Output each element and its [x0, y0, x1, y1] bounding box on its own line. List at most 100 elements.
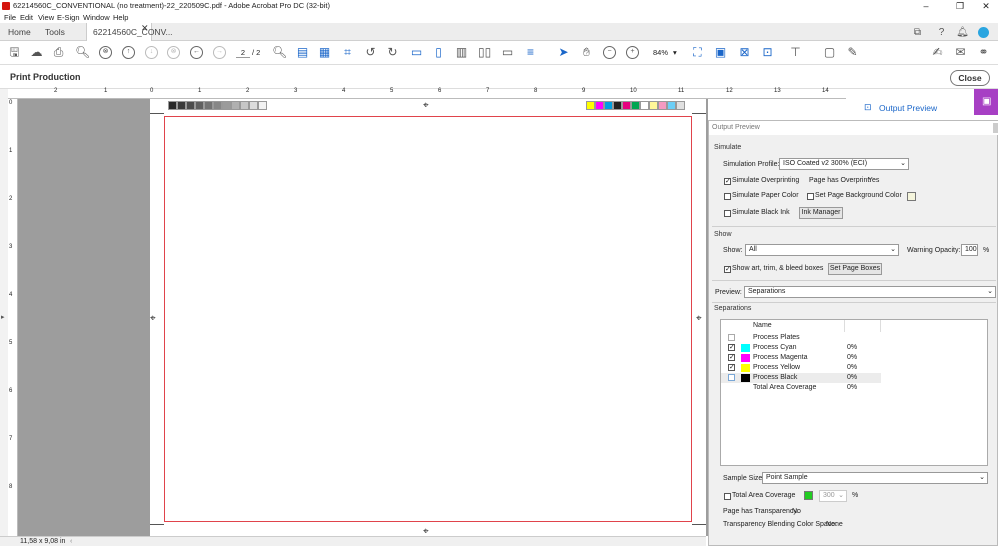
scroll-up-icon[interactable]: ↑: [122, 46, 135, 59]
output-preview-icon[interactable]: ⊡: [761, 46, 774, 59]
crop-icon[interactable]: ⌗: [341, 46, 354, 59]
rotate-ccw-icon[interactable]: ↺: [364, 46, 377, 59]
registration-mark-icon: ⌖: [150, 313, 156, 324]
color-patch: [604, 101, 613, 110]
tab-document-label: 62214560C_CONV...: [93, 27, 173, 37]
tab-home[interactable]: Home: [8, 23, 31, 41]
coverage-color-swatch[interactable]: [804, 491, 813, 500]
total-area-coverage-checkbox[interactable]: [724, 493, 731, 500]
separation-checkbox[interactable]: [728, 334, 735, 341]
page-view-icon[interactable]: ▦: [318, 46, 331, 59]
ruler-tick: 7: [9, 436, 13, 442]
comment-icon[interactable]: ▢: [823, 46, 836, 59]
single-page-icon[interactable]: ▯: [432, 46, 445, 59]
ruler-tick: 6: [9, 388, 13, 394]
cyan-swatch: [741, 344, 750, 352]
chevron-down-icon: ⌄: [987, 288, 993, 295]
separation-checkbox[interactable]: [728, 374, 735, 381]
warning-opacity-input[interactable]: 100: [961, 244, 978, 256]
simulate-paper-color-checkbox[interactable]: [724, 193, 731, 200]
separation-value: 0%: [847, 384, 858, 391]
pen-icon[interactable]: ✎: [846, 46, 859, 59]
separation-row-total[interactable]: Total Area Coverage 0%: [721, 383, 987, 393]
simulate-black-ink-label: Simulate Black Ink: [732, 209, 790, 216]
previous-view-icon[interactable]: ←: [190, 46, 203, 59]
zoom-doc-icon[interactable]: ▤: [296, 46, 309, 59]
ink-manager-button[interactable]: Ink Manager: [799, 207, 843, 219]
show-boxes-checkbox[interactable]: ✓: [724, 266, 731, 273]
select-cursor-icon[interactable]: ➤: [557, 46, 570, 59]
export-icon[interactable]: ⊠: [738, 46, 751, 59]
preflight-icon[interactable]: ⊤: [789, 46, 802, 59]
redact-icon[interactable]: ⊗: [99, 46, 112, 59]
gray-patch: [186, 101, 195, 110]
sign-icon[interactable]: ✍︎: [931, 46, 944, 59]
print-icon[interactable]: ⎙: [52, 46, 65, 59]
text-lines-icon[interactable]: ≡: [524, 46, 537, 59]
page-number-input[interactable]: 2: [236, 47, 250, 58]
separation-row-black[interactable]: Process Black 0%: [721, 373, 881, 383]
monitor-icon[interactable]: ▭: [501, 46, 514, 59]
total-area-coverage-select[interactable]: 300 ⌄: [819, 490, 847, 502]
avatar[interactable]: [978, 27, 989, 38]
expand-arrow-icon[interactable]: ▸: [1, 313, 5, 321]
menu-window[interactable]: Window: [83, 12, 110, 23]
pages-icon[interactable]: ▭: [410, 46, 423, 59]
main-toolbar: 🖫 ☁ ⎙ 🔍︎ ⊗ ↑ ↓ ⊗ ← → 🔍︎ ▤ ▦ ⌗ ↺ ↻ ▭ ▯ ▥ …: [0, 41, 998, 65]
separation-row-yellow[interactable]: ✓ Process Yellow 0%: [721, 363, 987, 373]
two-page-icon[interactable]: ▯▯: [478, 46, 491, 59]
save-icon[interactable]: 🖫: [8, 46, 21, 59]
zoom-out-icon[interactable]: −: [603, 46, 616, 59]
menu-esign[interactable]: E-Sign: [57, 12, 80, 23]
separation-checkbox[interactable]: ✓: [728, 364, 735, 371]
export-pdf-tab[interactable]: ▣: [974, 89, 998, 115]
separation-checkbox[interactable]: ✓: [728, 354, 735, 361]
sample-size-select[interactable]: Point Sample ⌄: [762, 472, 988, 484]
set-page-bg-checkbox[interactable]: [807, 193, 814, 200]
output-preview-link[interactable]: Output Preview: [879, 103, 937, 113]
zoom-select[interactable]: 84% ▾: [649, 46, 681, 59]
restore-button[interactable]: ❐: [948, 0, 972, 12]
find-icon[interactable]: 🔍︎: [272, 46, 287, 59]
chevron-down-icon: ⌄: [979, 474, 985, 481]
rotate-cw-icon[interactable]: ↻: [386, 46, 399, 59]
menu-file[interactable]: File: [4, 12, 16, 23]
help-icon[interactable]: ?: [935, 26, 948, 39]
yellow-swatch: [741, 364, 750, 372]
close-tool-button[interactable]: Close: [950, 70, 990, 86]
fit-page-icon[interactable]: ⛶: [691, 46, 704, 59]
show-select[interactable]: All ⌄: [745, 244, 899, 256]
close-tab-icon[interactable]: ✕: [141, 23, 149, 34]
multi-page-icon[interactable]: ▥: [455, 46, 468, 59]
minimize-button[interactable]: –: [914, 0, 938, 12]
set-page-boxes-button[interactable]: Set Page Boxes: [828, 263, 882, 275]
scroll-down-icon[interactable]: ↓: [145, 46, 158, 59]
menu-view[interactable]: View: [38, 12, 54, 23]
fit-width-icon[interactable]: ▣: [714, 46, 727, 59]
hand-icon[interactable]: ✋︎: [580, 46, 593, 59]
separation-checkbox[interactable]: ✓: [728, 344, 735, 351]
zoom-in-icon[interactable]: +: [626, 46, 639, 59]
simulation-profile-select[interactable]: ISO Coated v2 300% (ECI) ⌄: [779, 158, 909, 170]
bell-icon[interactable]: 🔔︎: [956, 26, 969, 39]
separation-row-magenta[interactable]: ✓ Process Magenta 0%: [721, 353, 987, 363]
preview-select[interactable]: Separations ⌄: [744, 286, 996, 298]
next-view-icon[interactable]: →: [213, 46, 226, 59]
simulate-overprinting-checkbox[interactable]: ✓: [724, 178, 731, 185]
link-icon[interactable]: ⚭: [977, 46, 990, 59]
share-screen-icon[interactable]: ⧉: [911, 26, 924, 39]
zoom-out-search-icon[interactable]: 🔍︎: [75, 46, 90, 59]
separation-row-process-plates[interactable]: Process Plates: [721, 333, 987, 343]
upload-cloud-icon[interactable]: ☁: [30, 46, 43, 59]
close-window-button[interactable]: ✕: [974, 0, 998, 12]
mail-icon[interactable]: ✉: [954, 46, 967, 59]
dialog-scrollbar[interactable]: [993, 123, 998, 133]
tab-tools[interactable]: Tools: [45, 23, 65, 41]
menu-help[interactable]: Help: [113, 12, 128, 23]
separation-row-cyan[interactable]: ✓ Process Cyan 0%: [721, 343, 987, 353]
separation-name: Process Yellow: [753, 364, 801, 371]
page-bg-color-swatch[interactable]: [907, 192, 916, 201]
menu-edit[interactable]: Edit: [20, 12, 33, 23]
simulate-black-ink-checkbox[interactable]: [724, 210, 731, 217]
stop-icon[interactable]: ⊗: [167, 46, 180, 59]
